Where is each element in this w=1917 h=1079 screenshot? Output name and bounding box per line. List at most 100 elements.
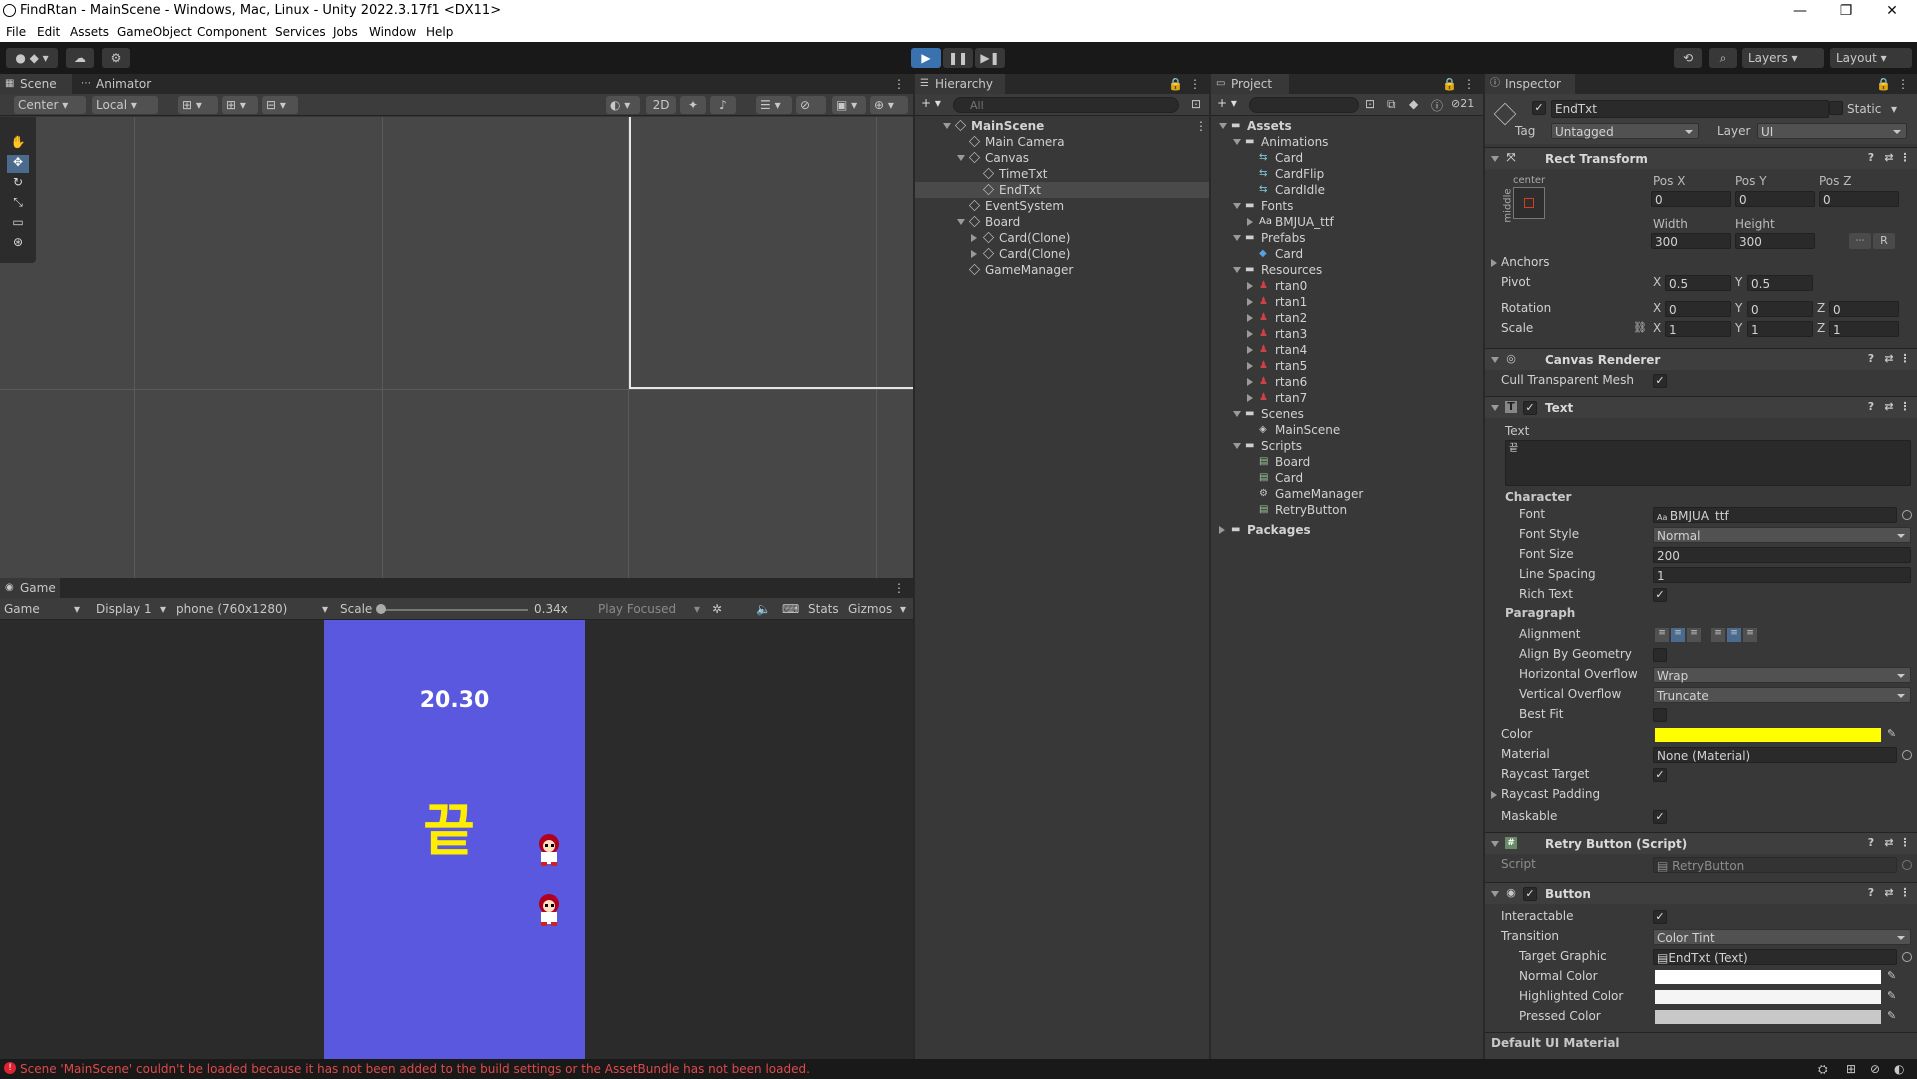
- expand-arrow-icon[interactable]: [1233, 235, 1241, 241]
- project-item[interactable]: ◆ Card: [1211, 246, 1483, 262]
- project-item[interactable]: ▬ Fonts: [1211, 198, 1483, 214]
- play-button[interactable]: ▶: [911, 48, 941, 68]
- posz-field[interactable]: 0: [1819, 191, 1899, 207]
- audio-toggle[interactable]: ♪: [710, 96, 736, 114]
- hierarchy-item[interactable]: TimeTxt: [915, 166, 1209, 182]
- services-button[interactable]: ⚙: [102, 48, 130, 68]
- label-filter-icon[interactable]: ◆: [1409, 97, 1418, 111]
- project-item[interactable]: ♟ rtan1: [1211, 294, 1483, 310]
- project-item[interactable]: ♟ rtan3: [1211, 326, 1483, 342]
- tag-dropdown[interactable]: Untagged: [1551, 123, 1699, 139]
- project-item[interactable]: ⇆ CardFlip: [1211, 166, 1483, 182]
- menu-jobs[interactable]: Jobs: [333, 25, 358, 39]
- text-enabled-checkbox[interactable]: ✓: [1523, 401, 1537, 415]
- lighting-toggle[interactable]: ✦: [680, 96, 706, 114]
- project-item[interactable]: ▬ Scripts: [1211, 438, 1483, 454]
- info-icon[interactable]: ⓘ: [1431, 97, 1443, 114]
- maskable-checkbox[interactable]: ✓: [1653, 810, 1667, 824]
- h-overflow-dropdown[interactable]: Wrap: [1653, 667, 1911, 683]
- project-item[interactable]: ▬ Resources: [1211, 262, 1483, 278]
- text-content-field[interactable]: 끝: [1505, 440, 1911, 486]
- scale-slider-handle[interactable]: [376, 604, 386, 614]
- height-field[interactable]: 300: [1735, 233, 1815, 249]
- eyedropper-icon[interactable]: ✎: [1887, 727, 1896, 740]
- hierarchy-item[interactable]: MainScene ⋮: [915, 118, 1209, 134]
- align-left-icon[interactable]: ≡: [1655, 628, 1669, 642]
- more-icon[interactable]: ⋮: [1463, 77, 1475, 91]
- more-icon[interactable]: ⋮: [1899, 353, 1911, 365]
- menu-help[interactable]: Help: [426, 25, 453, 39]
- layers-dropdown[interactable]: Layers ▾: [1742, 48, 1824, 68]
- hierarchy-item[interactable]: EventSystem: [915, 198, 1209, 214]
- align-button[interactable]: ⊟ ▾: [262, 96, 298, 114]
- move-tool-icon[interactable]: ✥: [7, 155, 29, 173]
- normal-color-swatch[interactable]: [1655, 970, 1881, 984]
- color-swatch[interactable]: [1655, 728, 1881, 742]
- more-icon[interactable]: ⋮: [1195, 118, 1207, 134]
- visibility-button[interactable]: ⊘: [796, 96, 826, 114]
- space-dropdown[interactable]: Local ▾: [92, 96, 158, 114]
- project-item[interactable]: Aa BMJUA_ttf: [1211, 214, 1483, 230]
- project-item[interactable]: ▤ Board: [1211, 454, 1483, 470]
- expand-arrow-icon[interactable]: [1233, 267, 1241, 273]
- hierarchy-item[interactable]: EndTxt: [915, 182, 1209, 198]
- pause-button[interactable]: ❚❚: [943, 48, 973, 68]
- snap-increment-button[interactable]: ⊞ ▾: [222, 96, 258, 114]
- more-icon[interactable]: ⋮: [893, 581, 905, 595]
- expand-arrow-icon[interactable]: [943, 123, 951, 129]
- project-item[interactable]: ♟ rtan0: [1211, 278, 1483, 294]
- collapse-arrow-icon[interactable]: [1219, 526, 1225, 534]
- font-style-dropdown[interactable]: Normal: [1653, 527, 1911, 543]
- preset-icon[interactable]: ⇄: [1883, 837, 1895, 849]
- project-item[interactable]: ▤ Card: [1211, 470, 1483, 486]
- more-icon[interactable]: ⋮: [1897, 77, 1909, 91]
- progress-icon[interactable]: ⛭: [1818, 1062, 1828, 1077]
- hierarchy-search-input[interactable]: [953, 97, 1179, 113]
- type-filter-icon[interactable]: ⧉: [1387, 97, 1396, 112]
- posy-field[interactable]: 0: [1735, 191, 1815, 207]
- gizmos-dropdown[interactable]: Gizmos ▾: [844, 600, 910, 618]
- 2d-toggle[interactable]: 2D: [646, 96, 676, 114]
- button-component-header[interactable]: ◉ ✓ Button ? ⇄ ⋮: [1485, 882, 1917, 904]
- rect-transform-header[interactable]: ⤧ Rect Transform ? ⇄ ⋮: [1485, 147, 1917, 169]
- cull-checkbox[interactable]: ✓: [1653, 374, 1667, 388]
- raycast-padding-row[interactable]: Raycast Padding: [1485, 786, 1917, 804]
- transition-dropdown[interactable]: Color Tint: [1653, 929, 1911, 945]
- line-spacing-field[interactable]: 1: [1653, 567, 1911, 583]
- scale-tool-icon[interactable]: ⤡: [7, 195, 29, 213]
- project-item[interactable]: ♟ rtan7: [1211, 390, 1483, 406]
- collapse-arrow-icon[interactable]: [1247, 378, 1253, 386]
- game-view-dropdown[interactable]: Game ▾: [0, 600, 84, 618]
- collapse-arrow-icon[interactable]: [1247, 218, 1253, 226]
- search-filter-icon[interactable]: ⊡: [1365, 97, 1375, 111]
- layout-dropdown[interactable]: Layout ▾: [1830, 48, 1912, 68]
- bug-icon[interactable]: ✲: [708, 600, 730, 618]
- mute-audio-icon[interactable]: 🔈: [752, 600, 774, 618]
- camera-button[interactable]: ▣ ▾: [832, 96, 866, 114]
- preset-icon[interactable]: ⇄: [1883, 353, 1895, 365]
- draw-mode-button[interactable]: ◐ ▾: [606, 96, 640, 114]
- eyedropper-icon[interactable]: ✎: [1887, 1009, 1896, 1022]
- lock-icon[interactable]: 🔒: [1168, 77, 1183, 91]
- link-icon[interactable]: ⛓: [1633, 321, 1647, 334]
- hierarchy-item[interactable]: Main Camera: [915, 134, 1209, 150]
- help-icon[interactable]: ?: [1865, 887, 1877, 899]
- interactable-checkbox[interactable]: ✓: [1653, 910, 1667, 924]
- highlighted-color-swatch[interactable]: [1655, 990, 1881, 1004]
- canvas-renderer-header[interactable]: ◎ Canvas Renderer ? ⇄ ⋮: [1485, 348, 1917, 370]
- collapse-arrow-icon[interactable]: [1247, 282, 1253, 290]
- effects-button[interactable]: ☰ ▾: [756, 96, 792, 114]
- project-item[interactable]: ▬ Prefabs: [1211, 230, 1483, 246]
- align-top-icon[interactable]: ≡: [1711, 628, 1725, 642]
- preset-icon[interactable]: ⇄: [1883, 152, 1895, 164]
- menu-component[interactable]: Component: [197, 25, 267, 39]
- end-text[interactable]: 끝: [384, 800, 514, 864]
- expand-arrow-icon[interactable]: [1233, 203, 1241, 209]
- align-middle-icon[interactable]: ≡: [1727, 628, 1741, 642]
- more-icon[interactable]: ⋮: [1899, 837, 1911, 849]
- collapse-arrow-icon[interactable]: [1247, 330, 1253, 338]
- expand-arrow-icon[interactable]: [1219, 123, 1227, 129]
- menu-edit[interactable]: Edit: [37, 25, 60, 39]
- minimize-button[interactable]: —: [1777, 0, 1823, 22]
- button-enabled-checkbox[interactable]: ✓: [1523, 887, 1537, 901]
